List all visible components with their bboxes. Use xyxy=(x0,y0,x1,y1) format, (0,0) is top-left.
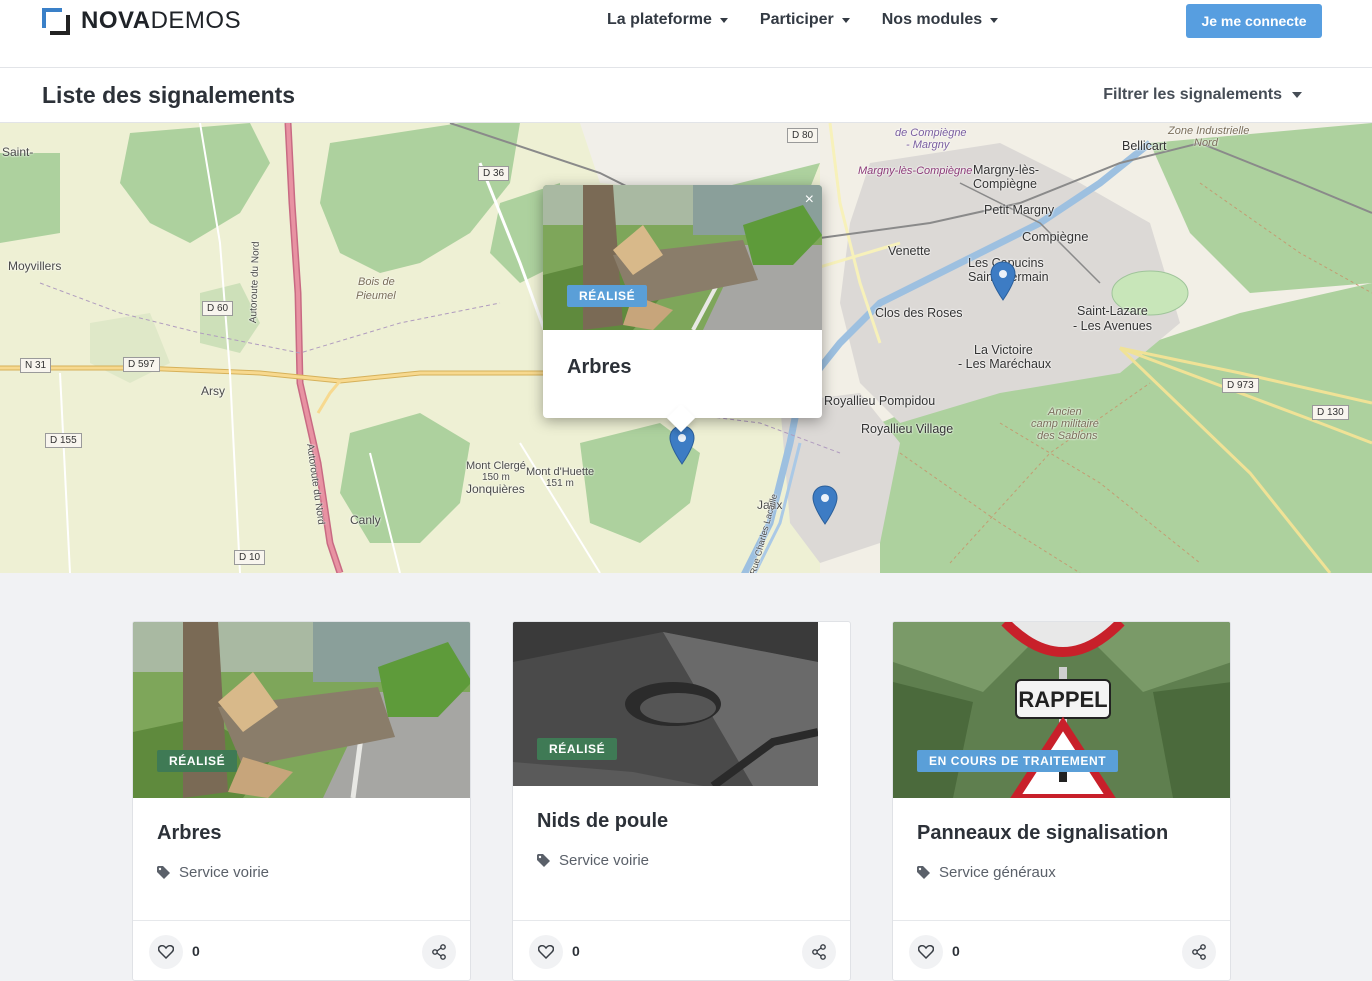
like-count: 0 xyxy=(572,943,580,959)
filter-dropdown[interactable]: Filtrer les signalements xyxy=(1103,86,1302,104)
report-card[interactable]: RAPPEL EN COURS DE TRAITEMENT Panneaux d… xyxy=(892,621,1231,981)
share-button[interactable] xyxy=(1182,935,1216,969)
card-footer: 0 xyxy=(513,920,850,980)
map-label: 151 m xyxy=(546,478,574,489)
status-badge: EN COURS DE TRAITEMENT xyxy=(917,750,1119,772)
status-badge: RÉALISÉ xyxy=(157,750,238,772)
main-nav: La plateforme Participer Nos modules xyxy=(607,11,999,29)
map-label: Mont Clergé xyxy=(466,460,526,472)
nav-la-plateforme[interactable]: La plateforme xyxy=(607,11,728,29)
status-badge: RÉALISÉ xyxy=(567,285,648,307)
map-label: Margny-lès- xyxy=(973,163,1039,177)
card-footer: 0 xyxy=(133,920,470,980)
like-button[interactable] xyxy=(529,935,563,969)
nav-nos-modules[interactable]: Nos modules xyxy=(882,11,999,29)
map-label: Canly xyxy=(350,513,381,527)
map-label: Bellicart xyxy=(1122,139,1167,153)
tag-icon xyxy=(537,854,550,867)
heart-icon xyxy=(918,945,934,959)
map-label: Moyvillers xyxy=(8,259,62,273)
map-label: La Victoire xyxy=(974,343,1033,357)
road-tag: D 36 xyxy=(478,166,510,181)
report-card[interactable]: RÉALISÉ Arbres Service voirie 0 xyxy=(132,621,471,981)
tag-icon xyxy=(157,866,170,879)
map-label: Jonquières xyxy=(466,482,525,496)
report-marker[interactable] xyxy=(990,261,1016,301)
road-tag: D 80 xyxy=(787,128,819,143)
page-title: Liste des signalements xyxy=(42,82,296,108)
card-category: Service voirie xyxy=(157,864,269,881)
heart-icon xyxy=(538,945,554,959)
map-label: Petit Margny xyxy=(984,203,1055,217)
road-tag: N 31 xyxy=(20,358,52,373)
card-footer: 0 xyxy=(893,920,1230,980)
logo-mark-icon xyxy=(42,7,70,35)
like-button[interactable] xyxy=(909,935,943,969)
map-label: Margny-lès-Compiègne xyxy=(858,165,973,177)
nav-participer[interactable]: Participer xyxy=(760,11,850,29)
caret-down-icon xyxy=(841,17,850,23)
caret-down-icon xyxy=(1292,92,1302,98)
map-popup[interactable]: × RÉALISÉ Arbres xyxy=(543,185,822,418)
road-tag: D 10 xyxy=(234,550,266,565)
road-tag: D 60 xyxy=(202,301,234,316)
heart-icon xyxy=(158,945,174,959)
map-label: Royallieu Pompidou xyxy=(824,394,936,408)
share-icon xyxy=(432,944,446,960)
share-button[interactable] xyxy=(802,935,836,969)
map-label: de Compiègne xyxy=(895,127,967,139)
card-title: Nids de poule xyxy=(537,810,669,832)
share-icon xyxy=(812,944,826,960)
popup-title: Arbres xyxy=(567,356,632,378)
road-tag: D 973 xyxy=(1222,378,1259,393)
caret-down-icon xyxy=(990,17,999,23)
report-marker[interactable] xyxy=(812,485,838,525)
map-label: Compiègne xyxy=(1022,229,1089,244)
card-category: Service voirie xyxy=(537,852,649,869)
map-label: - Les Avenues xyxy=(1073,319,1152,333)
top-navbar: NOVADEMOS La plateforme Participer Nos m… xyxy=(0,0,1372,68)
card-title: Panneaux de signalisation xyxy=(917,822,1169,844)
map-label: Saint-Lazare xyxy=(1077,304,1148,318)
logo[interactable]: NOVADEMOS xyxy=(42,7,241,35)
like-count: 0 xyxy=(192,943,200,959)
map-label: Arsy xyxy=(201,384,225,398)
close-icon[interactable]: × xyxy=(805,191,814,209)
map-label: Pieumel xyxy=(356,290,396,302)
map-label: - Les Maréchaux xyxy=(958,357,1052,371)
road-tag: D 155 xyxy=(45,433,82,448)
report-image xyxy=(513,622,818,786)
sign-text: RAPPEL xyxy=(1018,687,1107,712)
card-title: Arbres xyxy=(157,822,222,844)
map-label: Zone Industrielle xyxy=(1168,125,1250,137)
road-tag: D 130 xyxy=(1312,405,1349,420)
share-icon xyxy=(1192,944,1206,960)
caret-down-icon xyxy=(719,17,728,23)
map-label: Venette xyxy=(888,244,931,258)
map-label: Mont d'Huette xyxy=(526,466,595,478)
like-count: 0 xyxy=(952,943,960,959)
like-button[interactable] xyxy=(149,935,183,969)
map-label: camp militaire xyxy=(1031,418,1099,430)
map-label: Clos des Roses xyxy=(875,306,963,320)
map-label: Ancien xyxy=(1048,406,1082,418)
map-label: Nord xyxy=(1194,137,1218,149)
popup-image xyxy=(543,185,822,330)
map-label: Bois de xyxy=(358,276,395,288)
road-tag: D 597 xyxy=(123,357,160,372)
map-label: - Margny xyxy=(906,139,950,151)
map-label: des Sablons xyxy=(1037,430,1098,442)
report-card[interactable]: RÉALISÉ Nids de poule Service voirie 0 xyxy=(512,621,851,981)
tag-icon xyxy=(917,866,930,879)
map-label: Saint- xyxy=(2,145,34,159)
page-header: Liste des signalements Filtrer les signa… xyxy=(0,68,1372,123)
share-button[interactable] xyxy=(422,935,456,969)
map-label: Royallieu Village xyxy=(861,422,954,436)
card-category: Service généraux xyxy=(917,864,1056,881)
login-button[interactable]: Je me connecte xyxy=(1186,4,1322,38)
status-badge: RÉALISÉ xyxy=(537,738,618,760)
logo-text: NOVADEMOS xyxy=(81,7,242,34)
map-label: Compiègne xyxy=(973,177,1037,191)
